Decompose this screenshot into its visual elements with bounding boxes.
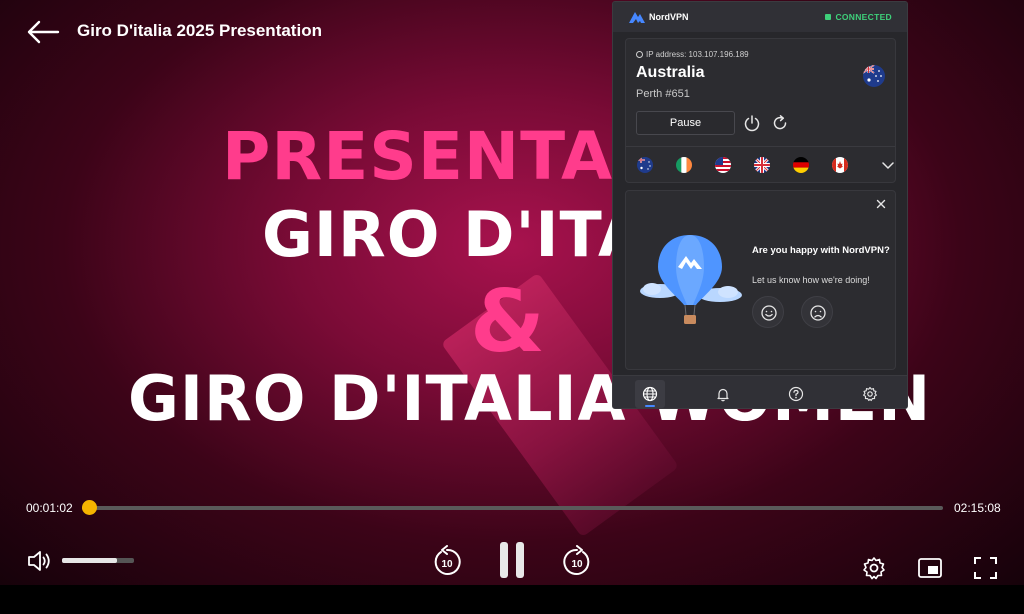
help-icon [788, 386, 804, 402]
bell-icon [717, 388, 729, 402]
server-card-divider [626, 146, 895, 147]
reconnect-icon[interactable] [771, 114, 789, 132]
volume-slider-fill [62, 558, 117, 563]
country-name: Australia [636, 64, 705, 81]
nordvpn-panel: NordVPN CONNECTED IP address: 103.107.19… [612, 1, 908, 409]
rewind-label: 10 [441, 559, 453, 570]
settings-gear-icon[interactable] [862, 556, 886, 580]
seek-bar[interactable] [81, 500, 943, 515]
volume-slider[interactable] [62, 558, 134, 563]
vpn-brand: NordVPN [649, 12, 689, 22]
flag-united-states-icon[interactable] [715, 157, 731, 173]
fullscreen-icon[interactable] [974, 557, 997, 579]
nav-help[interactable] [781, 380, 811, 408]
vpn-header: NordVPN CONNECTED [613, 2, 907, 32]
close-icon[interactable] [876, 199, 886, 209]
nav-globe[interactable] [635, 380, 665, 408]
flag-canada-icon[interactable] [832, 157, 848, 173]
current-time: 00:01:02 [26, 501, 73, 515]
picture-in-picture-icon[interactable] [918, 558, 942, 578]
back-arrow-icon[interactable] [26, 19, 60, 45]
flag-germany-icon[interactable] [793, 157, 809, 173]
nav-settings[interactable] [855, 380, 885, 408]
pause-icon[interactable] [498, 541, 526, 579]
forward-label: 10 [571, 559, 583, 570]
forward-10-icon[interactable]: 10 [562, 545, 592, 577]
australia-flag-icon [863, 65, 885, 87]
hot-air-balloon-illustration [640, 235, 742, 324]
volume-icon[interactable] [26, 548, 52, 574]
frown-icon [810, 305, 826, 321]
seek-bar-handle[interactable] [81, 500, 97, 515]
power-icon[interactable] [743, 114, 761, 132]
bottom-strip [0, 585, 1024, 614]
feedback-card: Are you happy with NordVPN? Let us know … [625, 190, 896, 370]
feedback-subtitle: Let us know how we're doing! [752, 275, 870, 285]
smile-icon [761, 305, 777, 321]
vpn-bottom-nav [613, 375, 907, 408]
feedback-question: Are you happy with NordVPN? [752, 245, 890, 256]
happy-face-button[interactable] [752, 296, 784, 328]
chevron-down-icon[interactable] [882, 160, 894, 170]
ip-address: IP address: 103.107.196.189 [636, 50, 749, 59]
quick-connect-flags [637, 157, 897, 175]
settings-icon [863, 386, 877, 402]
lock-icon [825, 14, 832, 20]
connection-status-text: CONNECTED [835, 12, 892, 22]
server-name: Perth #651 [636, 88, 690, 100]
flag-ireland-icon[interactable] [676, 157, 692, 173]
pause-vpn-button[interactable]: Pause [636, 111, 735, 135]
connection-status: CONNECTED [825, 12, 892, 22]
globe-icon [642, 386, 658, 402]
sad-face-button[interactable] [801, 296, 833, 328]
ip-address-text: IP address: 103.107.196.189 [646, 50, 749, 59]
server-card: IP address: 103.107.196.189 Australia Pe… [625, 38, 896, 183]
nav-notifications[interactable] [708, 380, 738, 408]
total-time: 02:15:08 [954, 501, 1001, 515]
flag-united-kingdom-icon[interactable] [754, 157, 770, 173]
nav-active-indicator [645, 405, 655, 407]
flag-australia-icon[interactable] [637, 157, 653, 173]
info-icon [636, 51, 643, 58]
nordvpn-logo-icon [629, 12, 645, 23]
video-title: Giro D'italia 2025 Presentation [77, 21, 322, 40]
rewind-10-icon[interactable]: 10 [432, 545, 462, 577]
